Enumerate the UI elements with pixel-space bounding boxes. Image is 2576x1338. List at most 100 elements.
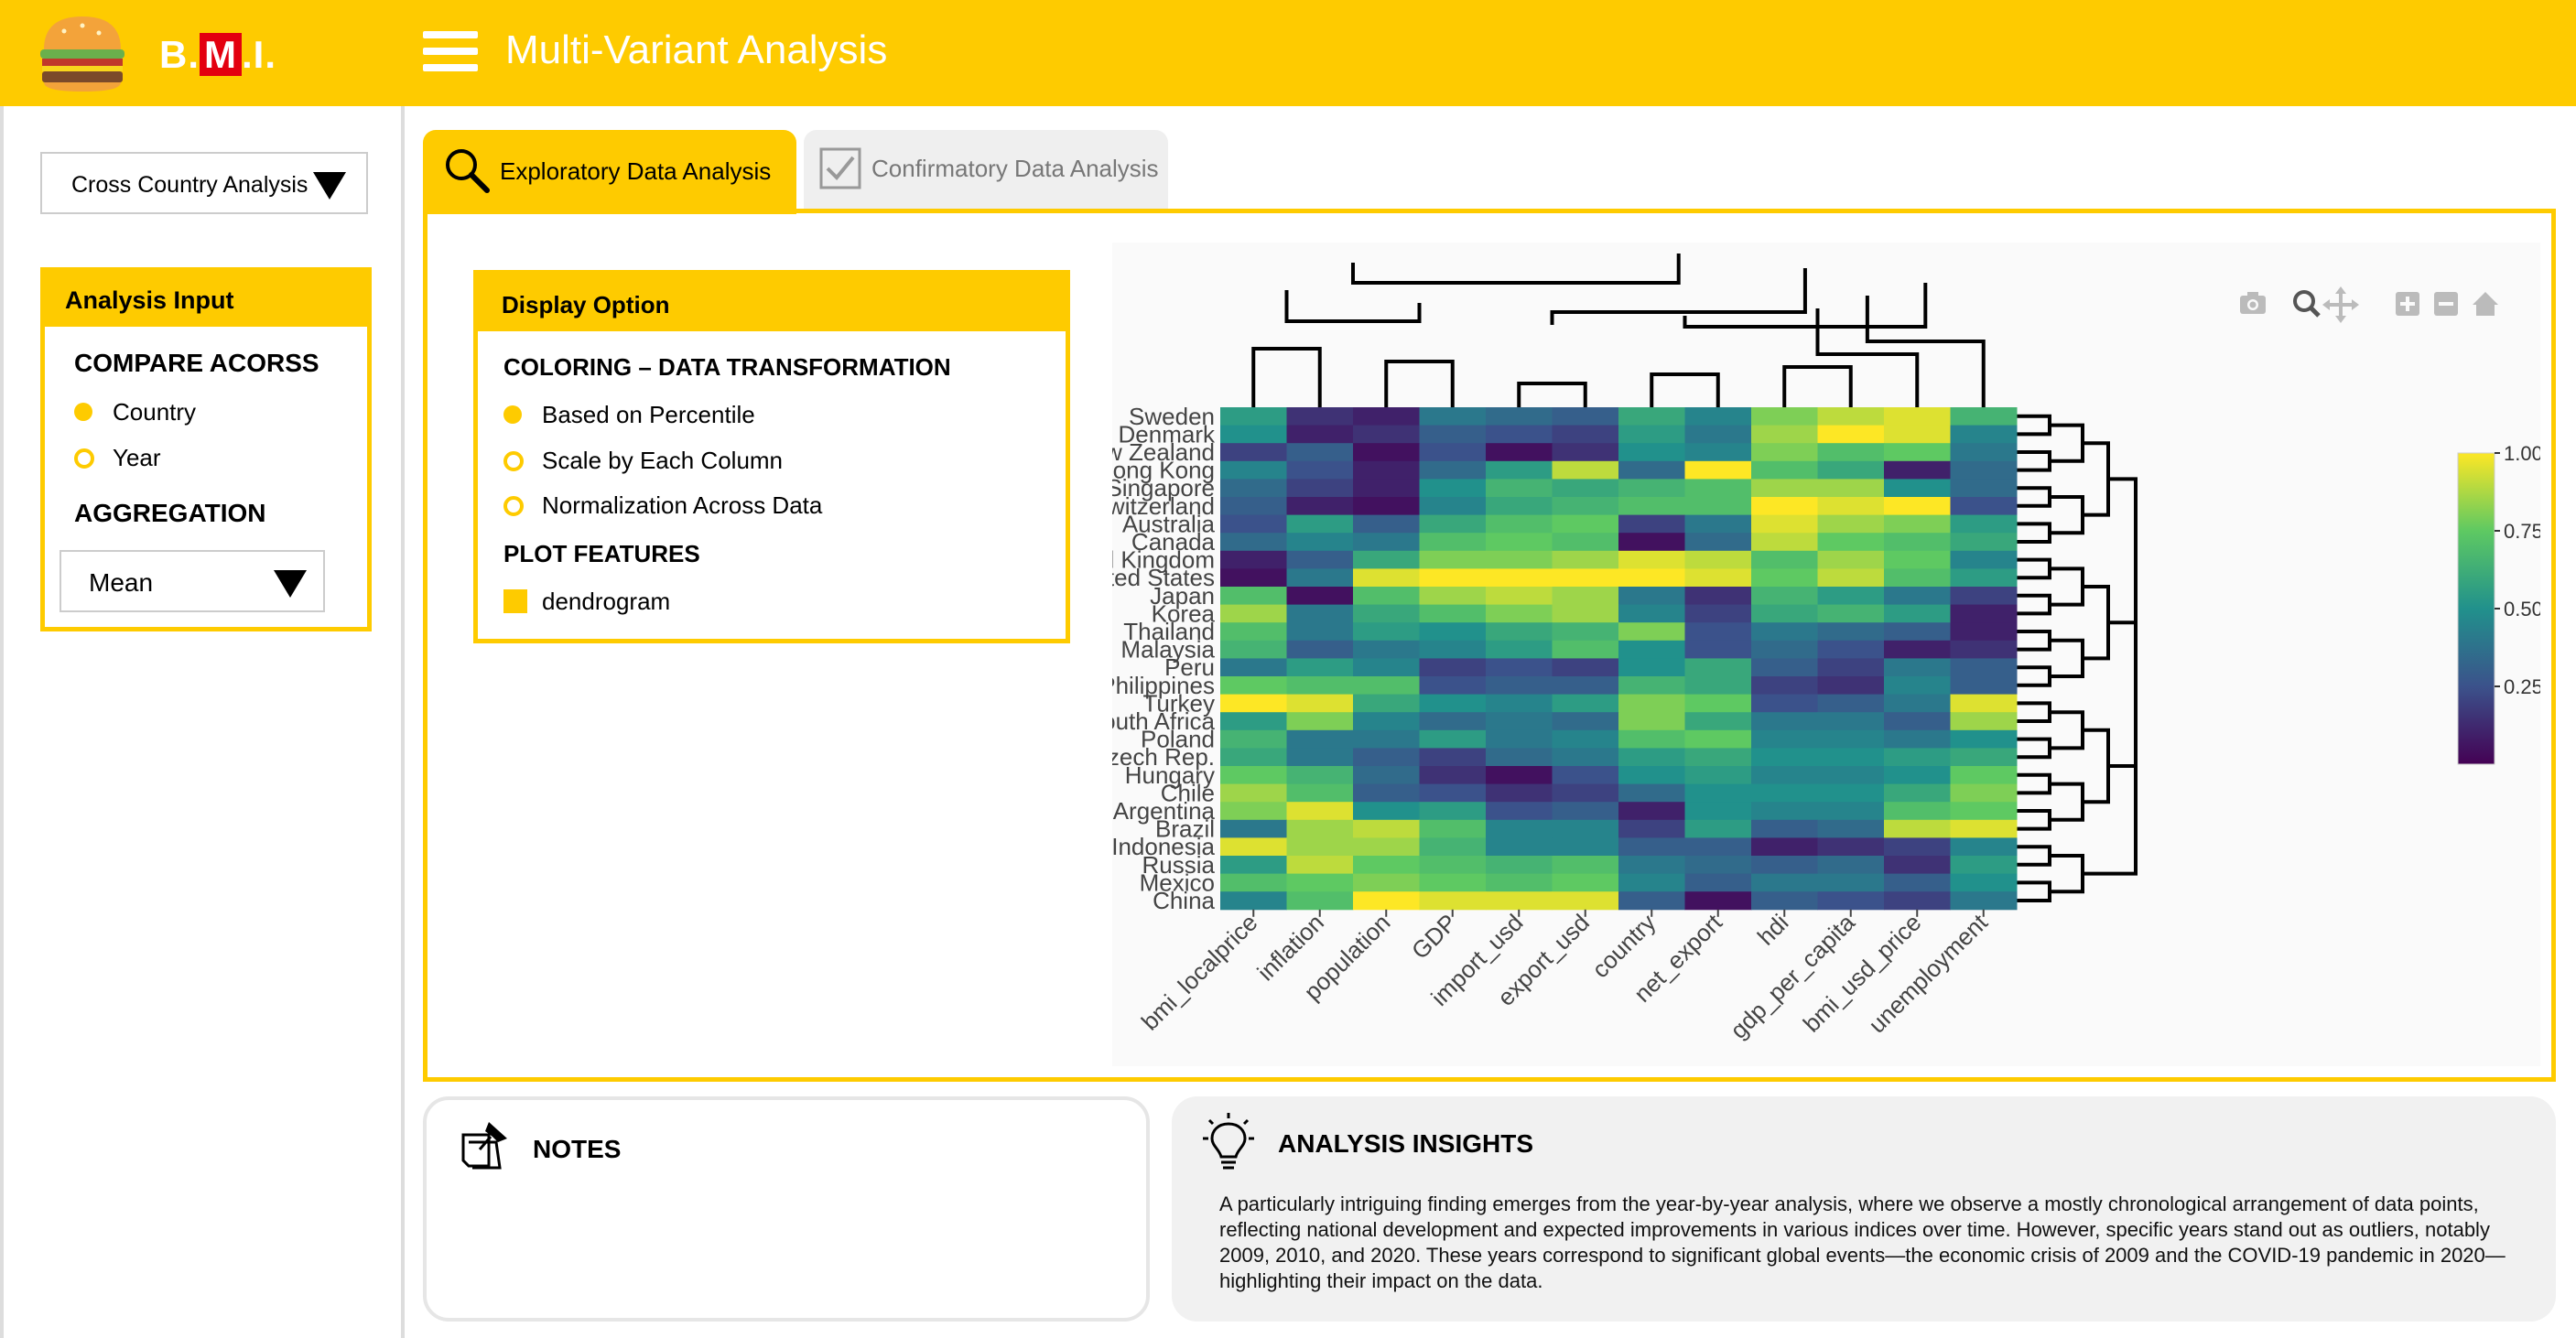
radio-selected-icon[interactable] xyxy=(74,403,92,421)
heatmap-cell xyxy=(1618,729,1685,749)
heatmap-cell xyxy=(1286,497,1354,516)
row-labels: SwedenDenmarkNew ZealandHong KongSingapo… xyxy=(1112,403,1216,914)
heatmap-cell xyxy=(1817,766,1885,785)
heatmap-cell xyxy=(1353,514,1420,534)
heatmap-cell xyxy=(1817,425,1885,444)
heatmap-cell xyxy=(1884,748,1951,767)
heatmap-cell xyxy=(1618,568,1685,588)
heatmap-cell xyxy=(1884,640,1951,659)
heatmap-cell xyxy=(1220,748,1287,767)
heatmap-cell xyxy=(1220,604,1287,623)
lightbulb-icon xyxy=(1203,1113,1254,1170)
heatmap-cell xyxy=(1220,658,1287,677)
heatmap-cell xyxy=(1552,856,1619,875)
heatmap-cell xyxy=(1220,856,1287,875)
heatmap-cell xyxy=(1486,568,1553,588)
heatmap-cell xyxy=(1486,856,1553,875)
heatmap-cell xyxy=(1353,712,1420,731)
heatmap-cell xyxy=(1884,802,1951,821)
heatmap-cell xyxy=(1220,694,1287,713)
heatmap-cell xyxy=(1220,443,1287,462)
heatmap-cell xyxy=(1286,587,1354,606)
heatmap-cell xyxy=(1552,604,1619,623)
notes-body[interactable] xyxy=(463,1192,1104,1301)
heatmap-cell xyxy=(1684,676,1752,696)
tab-label: Confirmatory Data Analysis xyxy=(871,155,1159,182)
checkbox-checked-icon[interactable] xyxy=(503,589,527,613)
heatmap-cell xyxy=(1220,676,1287,696)
tab-exploratory-data-analysis[interactable]: Exploratory Data Analysis xyxy=(423,130,796,214)
heatmap-cell xyxy=(1684,819,1752,838)
heatmap-cell xyxy=(1552,425,1619,444)
heatmap-cell xyxy=(1286,837,1354,857)
tab-confirmatory-data-analysis[interactable]: Confirmatory Data Analysis xyxy=(804,130,1168,209)
heatmap-cell xyxy=(1618,694,1685,713)
aggregation-label: AGGREGATION xyxy=(74,499,266,527)
heatmap-cell xyxy=(1419,783,1487,803)
heatmap-cell xyxy=(1950,443,2018,462)
heatmap-cell xyxy=(1286,604,1354,623)
heatmap-cell xyxy=(1684,568,1752,588)
heatmap-cell xyxy=(1817,856,1885,875)
heatmap-cell xyxy=(1353,479,1420,498)
heatmap-cell xyxy=(1353,819,1420,838)
heatmap-plot-area[interactable]: SwedenDenmarkNew ZealandHong KongSingapo… xyxy=(1112,243,2540,1066)
heatmap-cell xyxy=(1884,407,1951,426)
heatmap-cell xyxy=(1419,460,1487,480)
heatmap-cell xyxy=(1684,891,1752,911)
heatmap-cell xyxy=(1353,783,1420,803)
heatmap-cell xyxy=(1618,587,1685,606)
heatmap-cell xyxy=(1220,514,1287,534)
heatmap-cell xyxy=(1751,783,1818,803)
heatmap-cell xyxy=(1419,479,1487,498)
heatmap-cell xyxy=(1286,783,1354,803)
heatmap-cell xyxy=(1220,783,1287,803)
heatmap-cell xyxy=(1950,729,2018,749)
heatmap-cell xyxy=(1884,694,1951,713)
analysis-mode-select[interactable]: Cross Country Analysis xyxy=(40,152,368,214)
radio-selected-icon[interactable] xyxy=(503,405,522,424)
heatmap-cell xyxy=(1220,729,1287,749)
heatmap-cell xyxy=(1751,587,1818,606)
heatmap-cell xyxy=(1286,550,1354,569)
heatmap-cell xyxy=(1751,837,1818,857)
heatmap-cell xyxy=(1884,533,1951,552)
heatmap-cell xyxy=(1486,640,1553,659)
aggregation-select[interactable]: Mean xyxy=(60,550,325,612)
heatmap-cell xyxy=(1950,658,2018,677)
heatmap-cell xyxy=(1684,802,1752,821)
heatmap-cell xyxy=(1286,748,1354,767)
radio-unselected-icon[interactable] xyxy=(503,451,524,471)
heatmap-cell xyxy=(1486,604,1553,623)
heatmap-cell xyxy=(1950,766,2018,785)
heatmap-cell xyxy=(1618,783,1685,803)
heatmap-cell xyxy=(1884,514,1951,534)
heatmap-cell xyxy=(1353,658,1420,677)
heatmap-cell xyxy=(1751,533,1818,552)
clustered-heatmap[interactable]: SwedenDenmarkNew ZealandHong KongSingapo… xyxy=(1112,243,2540,1066)
heatmap-cell xyxy=(1884,819,1951,838)
heatmap-cell xyxy=(1684,658,1752,677)
heatmap-cell xyxy=(1950,783,2018,803)
heatmap-cell xyxy=(1618,748,1685,767)
heatmap-cell xyxy=(1884,766,1951,785)
heatmap-cell xyxy=(1618,514,1685,534)
heatmap-cell xyxy=(1286,873,1354,892)
heatmap-cell xyxy=(1286,694,1354,713)
radio-unselected-icon[interactable] xyxy=(74,448,94,469)
heatmap-cell xyxy=(1486,550,1553,569)
hamburger-menu-icon[interactable] xyxy=(423,31,478,77)
heatmap-cell xyxy=(1486,712,1553,731)
heatmap-cell xyxy=(1884,729,1951,749)
heatmap-cell xyxy=(1220,873,1287,892)
heatmap-cell xyxy=(1950,802,2018,821)
heatmap-cell xyxy=(1419,766,1487,785)
radio-unselected-icon[interactable] xyxy=(503,496,524,516)
heatmap-cell xyxy=(1220,460,1287,480)
heatmap-cell xyxy=(1220,568,1287,588)
notes-panel[interactable]: NOTES xyxy=(423,1096,1150,1322)
heatmap-cell xyxy=(1552,622,1619,642)
analysis-input-title: Analysis Input xyxy=(65,286,234,314)
heatmap-cell xyxy=(1950,568,2018,588)
heatmap-cell xyxy=(1884,873,1951,892)
